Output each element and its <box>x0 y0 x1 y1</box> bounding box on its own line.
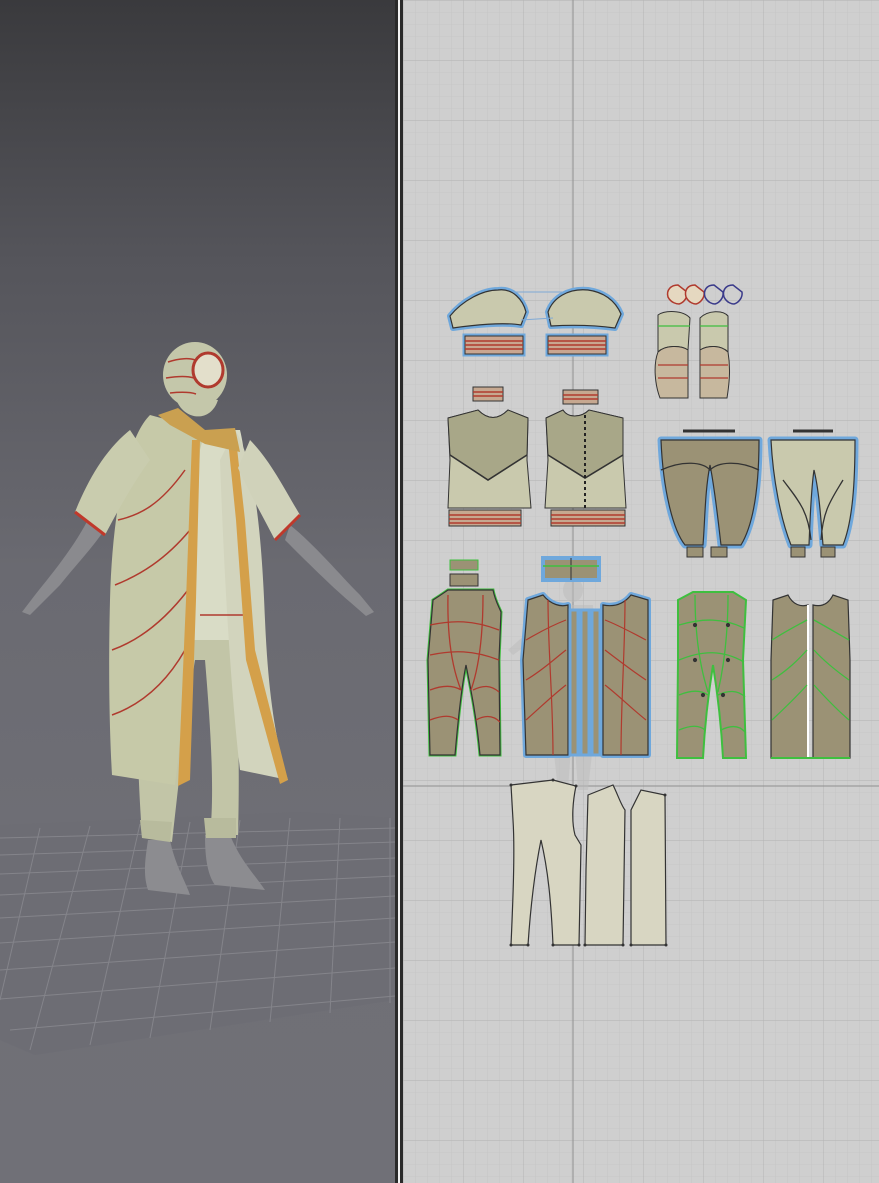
pattern-canvas <box>403 0 879 1183</box>
viewport-2d[interactable] <box>403 0 879 1183</box>
pattern-piece-icon[interactable] <box>520 592 651 758</box>
grid-floor-icon <box>0 812 395 1055</box>
viewport-3d[interactable] <box>0 0 395 1183</box>
avatar-scene <box>0 342 395 1055</box>
viewport-divider[interactable] <box>395 0 403 1183</box>
